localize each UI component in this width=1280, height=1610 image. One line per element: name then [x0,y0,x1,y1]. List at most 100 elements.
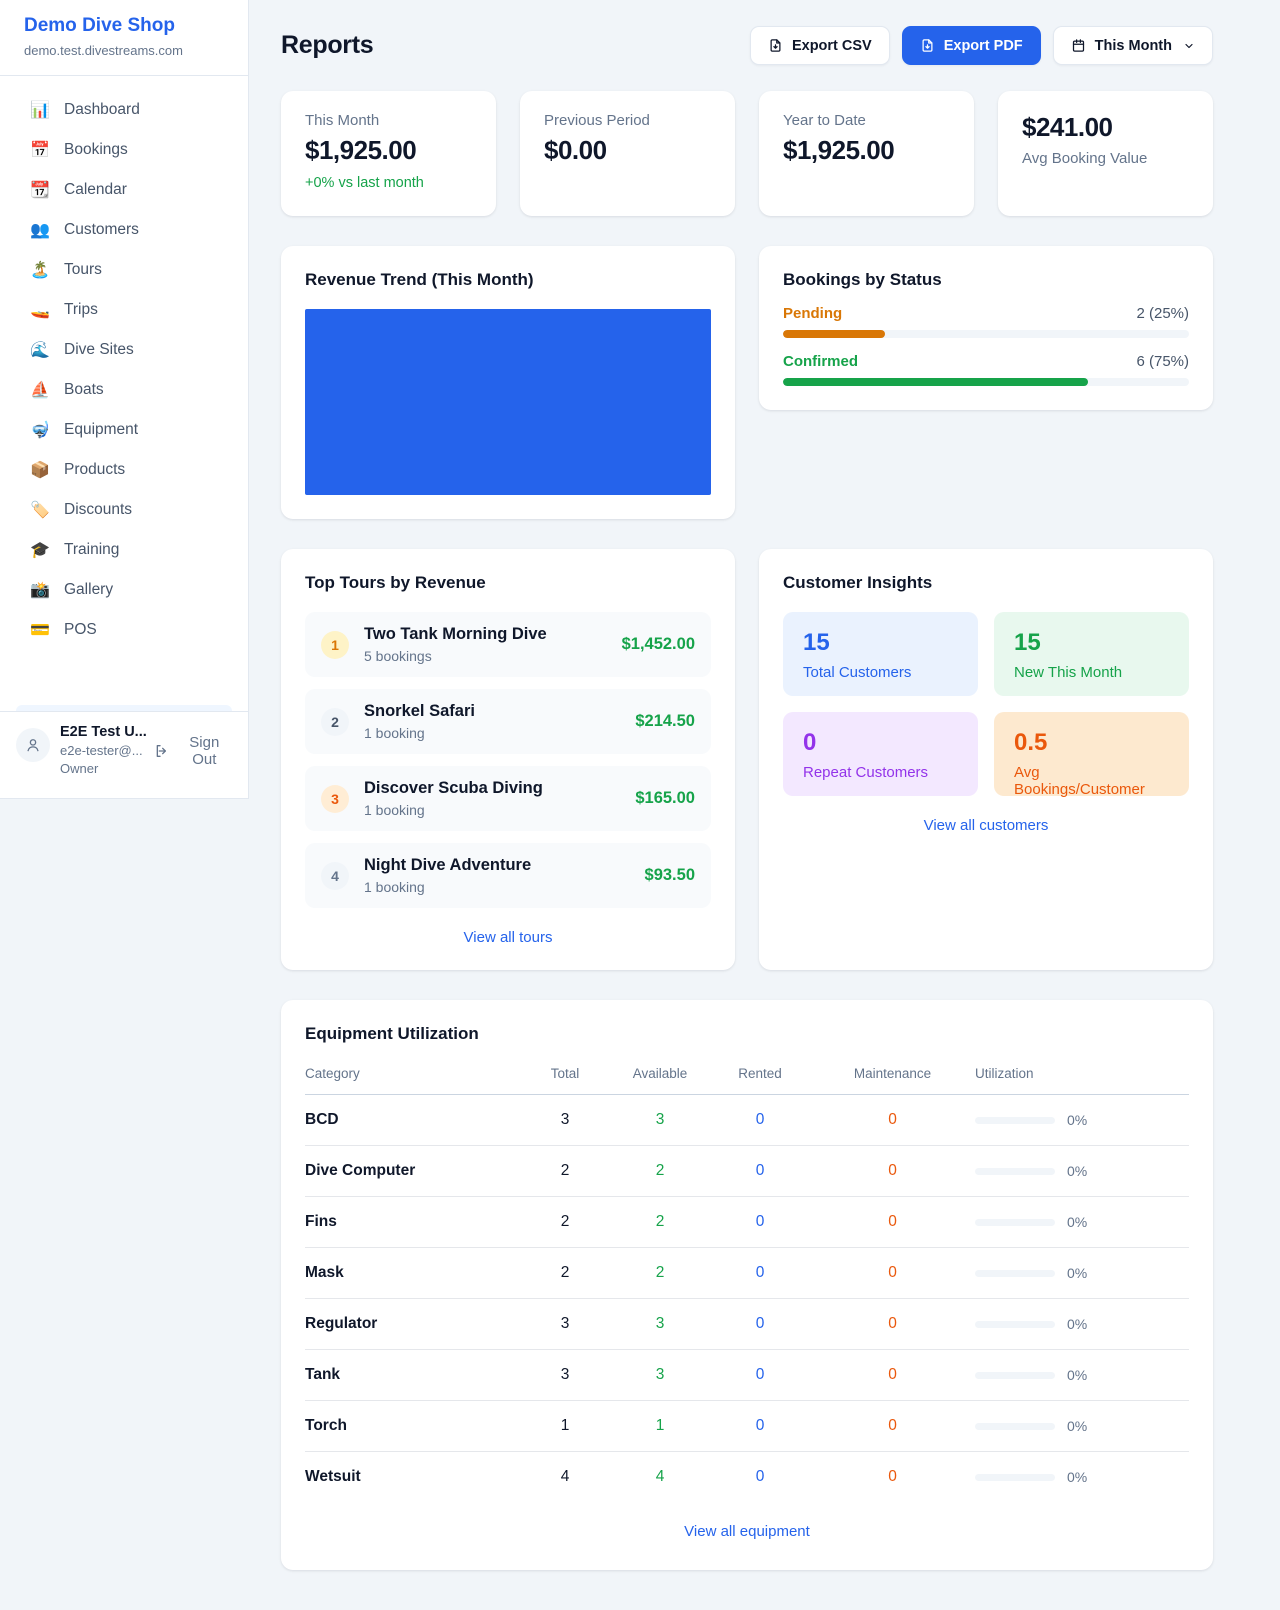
sidebar-nav: 📊 Dashboard 📅 Bookings 📆 Calendar 👥 Cust… [0,76,248,711]
utilization-track [975,1117,1055,1124]
utilization-percent: 0% [1067,1265,1087,1281]
view-all-equipment-link[interactable]: View all equipment [305,1523,1189,1540]
sidebar-header: Demo Dive Shop demo.test.divestreams.com [0,0,248,76]
cell-rented: 0 [710,1299,810,1350]
sidebar-item-tours[interactable]: 🏝️ Tours [16,250,232,290]
sidebar-item-label: Dive Sites [64,341,134,359]
user-email: e2e-tester@... [60,742,144,760]
cell-category: Fins [305,1197,520,1248]
header-actions: Export CSV Export PDF This Month [750,26,1213,65]
table-row: Mask22000% [305,1248,1189,1299]
cell-category: Tank [305,1350,520,1401]
cell-maintenance: 0 [810,1248,975,1299]
cell-total: 3 [520,1350,610,1401]
rank-badge: 2 [321,708,349,736]
cell-available: 3 [610,1350,710,1401]
pos-icon: 💳 [30,620,50,640]
sidebar-item-label: POS [64,621,97,639]
status-label: Pending [783,305,842,322]
export-csv-button[interactable]: Export CSV [750,26,890,65]
cell-available: 1 [610,1401,710,1452]
sidebar-item-label: Boats [64,381,104,399]
cell-rented: 0 [710,1350,810,1401]
cell-total: 2 [520,1197,610,1248]
sidebar-item-discounts[interactable]: 🏷️ Discounts [16,490,232,530]
chevron-down-icon [1183,40,1195,52]
sidebar-item-label: Tours [64,261,102,279]
view-all-tours-link[interactable]: View all tours [305,929,711,946]
sidebar-item-trips[interactable]: 🚤 Trips [16,290,232,330]
utilization-meter: 0% [975,1163,1189,1179]
tours-icon: 🏝️ [30,260,50,280]
table-row: Tank33000% [305,1350,1189,1401]
cell-utilization: 0% [975,1146,1189,1197]
avatar [16,728,50,762]
top-tours-title: Top Tours by Revenue [305,573,711,593]
tile-label: Total Customers [803,664,958,681]
sidebar-item-gallery[interactable]: 📸 Gallery [16,570,232,610]
sidebar-item-equipment[interactable]: 🤿 Equipment [16,410,232,450]
cell-available: 3 [610,1095,710,1146]
shop-domain: demo.test.divestreams.com [24,43,224,58]
equipment-utilization-card: Equipment Utilization Category Total Ava… [281,1000,1213,1570]
export-pdf-button[interactable]: Export PDF [902,26,1041,65]
progress-fill [783,378,1088,386]
sidebar-item-bookings[interactable]: 📅 Bookings [16,130,232,170]
utilization-track [975,1474,1055,1481]
tour-row: 3 Discover Scuba Diving 1 booking $165.0… [305,766,711,831]
insight-tiles: 15 Total Customers 15 New This Month 0 R… [783,612,1189,796]
tour-info: Discover Scuba Diving 1 booking [364,779,543,818]
calendar-icon [1071,38,1086,53]
sign-out-button[interactable]: Sign Out [154,724,232,768]
cell-category: Torch [305,1401,520,1452]
cell-available: 4 [610,1452,710,1503]
period-dropdown[interactable]: This Month [1053,26,1213,65]
utilization-percent: 0% [1067,1418,1087,1434]
table-row: Wetsuit44000% [305,1452,1189,1503]
customer-insights-title: Customer Insights [783,573,1189,593]
tile-value: 15 [803,629,958,657]
column-header: Utilization [975,1054,1189,1095]
top-tours-card: Top Tours by Revenue 1 Two Tank Morning … [281,549,735,970]
sidebar-item-boats[interactable]: ⛵ Boats [16,370,232,410]
gallery-icon: 📸 [30,580,50,600]
stat-label: Avg Booking Value [1022,150,1189,167]
cell-category: Wetsuit [305,1452,520,1503]
dive-sites-icon: 🌊 [30,340,50,360]
tour-revenue: $214.50 [635,712,695,731]
cell-rented: 0 [710,1452,810,1503]
bookings-by-status-title: Bookings by Status [783,270,1189,290]
sidebar-item-label: Customers [64,221,139,239]
shop-name: Demo Dive Shop [24,15,224,37]
sidebar-item-calendar[interactable]: 📆 Calendar [16,170,232,210]
sidebar-item-pos[interactable]: 💳 POS [16,610,232,650]
status-row: Confirmed 6 (75%) [783,353,1189,370]
tour-bookings: 5 bookings [364,648,547,664]
insight-tile-total-customers: 15 Total Customers [783,612,978,696]
stat-label: Year to Date [783,112,950,129]
cell-maintenance: 0 [810,1299,975,1350]
period-label: This Month [1095,38,1172,54]
rank-badge: 3 [321,785,349,813]
rank-badge: 1 [321,631,349,659]
customer-insights-card: Customer Insights 15 Total Customers 15 … [759,549,1213,970]
sidebar-item-dive-sites[interactable]: 🌊 Dive Sites [16,330,232,370]
cell-rented: 0 [710,1248,810,1299]
view-all-customers-link[interactable]: View all customers [783,817,1189,834]
person-icon [24,736,42,754]
table-row: Torch11000% [305,1401,1189,1452]
utilization-track [975,1219,1055,1226]
cell-maintenance: 0 [810,1095,975,1146]
sidebar-item-dashboard[interactable]: 📊 Dashboard [16,90,232,130]
tour-bookings: 1 booking [364,802,543,818]
sidebar-item-products[interactable]: 📦 Products [16,450,232,490]
tour-name: Snorkel Safari [364,702,475,721]
sidebar-item-customers[interactable]: 👥 Customers [16,210,232,250]
stat-label: Previous Period [544,112,711,129]
sidebar-item-training[interactable]: 🎓 Training [16,530,232,570]
status-group-pending: Pending 2 (25%) [783,305,1189,338]
file-export-icon [920,38,935,53]
cell-total: 2 [520,1248,610,1299]
sidebar-item-label: Products [64,461,125,479]
utilization-meter: 0% [975,1112,1189,1128]
